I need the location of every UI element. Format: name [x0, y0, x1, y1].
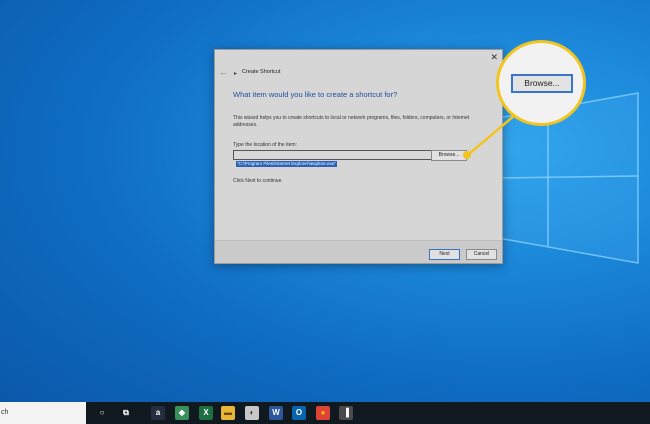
callout-browse-button: Browse...: [511, 74, 573, 93]
wizard-description: This wizard helps you to create shortcut…: [233, 115, 470, 128]
chrome-icon[interactable]: ●: [316, 406, 330, 420]
app-icon-2[interactable]: ◐: [245, 406, 259, 420]
cortana-icon[interactable]: ○: [95, 406, 109, 420]
back-arrow-icon[interactable]: ←: [219, 67, 228, 77]
create-shortcut-dialog: ✕ ← ▸ Create Shortcut What item would yo…: [214, 49, 503, 264]
location-input[interactable]: "C:\Program Files\Internet Explorer\iexp…: [233, 150, 438, 167]
app-icon[interactable]: ◆: [175, 406, 189, 420]
close-icon[interactable]: ✕: [490, 52, 498, 63]
dialog-heading: What item would you like to create a sho…: [233, 90, 398, 99]
task-view-icon[interactable]: ⧉: [119, 406, 133, 420]
cancel-button[interactable]: Cancel: [466, 249, 497, 260]
app-icon-3[interactable]: ▐: [339, 406, 353, 420]
outlook-icon[interactable]: O: [292, 406, 306, 420]
next-button[interactable]: Next: [429, 249, 460, 260]
shortcut-wizard-icon: ▸: [234, 71, 238, 77]
word-icon[interactable]: W: [269, 406, 283, 420]
browse-callout: Browse...: [496, 40, 586, 126]
taskbar-search-box[interactable]: ch: [0, 402, 86, 424]
dialog-title: Create Shortcut: [242, 69, 281, 75]
search-text: ch: [1, 409, 9, 416]
amazon-icon[interactable]: a: [151, 406, 165, 420]
excel-icon[interactable]: X: [199, 406, 213, 420]
continue-text: Click Next to continue.: [233, 178, 283, 184]
file-explorer-icon[interactable]: ▬: [221, 406, 235, 420]
browse-button[interactable]: Browse...: [431, 150, 467, 161]
location-value: "C:\Program Files\Internet Explorer\iexp…: [236, 161, 338, 167]
location-label: Type the location of the item:: [233, 142, 297, 148]
